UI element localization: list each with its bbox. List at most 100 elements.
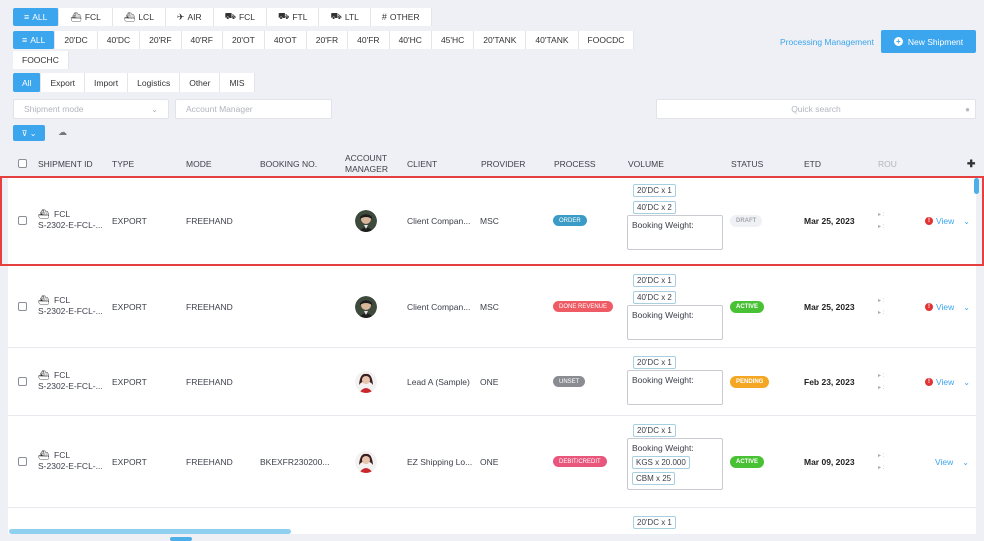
shipment-mode-label: FCL bbox=[54, 295, 71, 305]
etd-date: Mar 25, 2023 bbox=[804, 302, 855, 312]
view-button[interactable]: ! View ⌄ bbox=[925, 302, 970, 312]
type-tab-logistics[interactable]: Logistics bbox=[128, 73, 181, 92]
process-badge: DONE REVENUE bbox=[553, 301, 614, 312]
container-tab-20dc[interactable]: 20'DC bbox=[55, 31, 98, 49]
container-tab-label: 20'RF bbox=[149, 35, 172, 45]
mode-tab-fcl[interactable]: ⛴ FCL bbox=[59, 8, 113, 26]
route-indicator: ▸ : ▸ : bbox=[878, 453, 885, 471]
col-etd[interactable]: ETD bbox=[804, 159, 821, 169]
mode-tab-label: OTHER bbox=[389, 12, 420, 22]
select-all-checkbox[interactable] bbox=[18, 159, 27, 168]
table-row[interactable]: ⛴ FCL S-2302-E-FCL-... EXPORT FREEHAND BKEXFR… bbox=[8, 416, 976, 508]
container-tab-label: FOOCDC bbox=[587, 35, 625, 45]
col-route[interactable]: ROU bbox=[878, 159, 897, 169]
col-booking-no[interactable]: BOOKING NO. bbox=[260, 159, 317, 169]
col-client[interactable]: CLIENT bbox=[407, 159, 437, 169]
type-tab-other[interactable]: Other bbox=[180, 73, 221, 92]
type-tab-mis[interactable]: MIS bbox=[220, 73, 255, 92]
status-badge: PENDING bbox=[730, 376, 770, 388]
new-shipment-button[interactable]: + New Shipment bbox=[881, 30, 976, 53]
container-tab-40tank[interactable]: 40'TANK bbox=[526, 31, 579, 49]
mode-tab-other[interactable]: # OTHER bbox=[370, 8, 432, 26]
shipment-id[interactable]: S-2302-E-FCL-... bbox=[38, 381, 103, 391]
vertical-scrollbar[interactable] bbox=[974, 178, 979, 194]
col-volume[interactable]: VOLUME bbox=[628, 159, 664, 169]
container-tab-label: ALL bbox=[30, 35, 46, 45]
container-tab-label: 20'DC bbox=[64, 35, 88, 45]
mode-tab-ftl[interactable]: ⛟ FTL bbox=[267, 8, 320, 26]
chevron-down-icon[interactable]: ⌄ bbox=[962, 458, 969, 467]
type-tab-label: Logistics bbox=[137, 77, 171, 88]
col-shipment-id[interactable]: SHIPMENT ID bbox=[38, 159, 93, 169]
container-tab-20ot[interactable]: 20'OT bbox=[222, 31, 265, 49]
mode-tab-all[interactable]: ≡ ALL bbox=[13, 8, 60, 26]
container-tab-40rf[interactable]: 40'RF bbox=[181, 31, 223, 49]
container-tab-40hc[interactable]: 40'HC bbox=[389, 31, 432, 49]
container-tab-label: 40'RF bbox=[190, 35, 213, 45]
shipment-mode-select[interactable]: Shipment mode ⌄ bbox=[13, 99, 169, 119]
horizontal-scroll-thumb[interactable] bbox=[170, 537, 192, 541]
container-tab-20tank[interactable]: 20'TANK bbox=[474, 31, 527, 49]
volume-chip: 40'DC x 2 bbox=[633, 201, 676, 214]
container-tab-foochc[interactable]: FOOCHC bbox=[13, 51, 69, 69]
shipment-method: FREEHAND bbox=[186, 457, 233, 467]
cloud-icon[interactable]: ☁ bbox=[58, 127, 67, 138]
mode-tab-lcl[interactable]: ⛴ LCL bbox=[112, 8, 166, 26]
table-row[interactable]: ⛴ FCL S-2302-E-FCL-... EXPORT FREEHAND Client… bbox=[8, 266, 976, 348]
avatar bbox=[355, 296, 377, 318]
container-tab-foocdc[interactable]: FOOCDC bbox=[578, 31, 635, 49]
type-tab-export[interactable]: Export bbox=[41, 73, 86, 92]
quick-search-input[interactable]: Quick search ● bbox=[656, 99, 976, 119]
container-tab-20fr[interactable]: 20'FR bbox=[306, 31, 349, 49]
table-row[interactable]: ⛴ FCL S-2302-E-FCL-... EXPORT FREEHAND Lead A… bbox=[8, 348, 976, 416]
container-tab-all[interactable]: ≡ ALL bbox=[13, 31, 56, 49]
col-status[interactable]: STATUS bbox=[731, 159, 763, 169]
mode-tab-air[interactable]: ✈ AIR bbox=[165, 8, 214, 26]
shipment-id[interactable]: S-2302-E-FCL-... bbox=[38, 306, 103, 316]
add-column-icon[interactable]: ✚ bbox=[967, 159, 975, 170]
col-account-manager[interactable]: ACCOUNT MANAGER bbox=[345, 153, 395, 175]
processing-management-link[interactable]: Processing Management bbox=[780, 37, 874, 47]
container-tab-label: 20'TANK bbox=[483, 35, 517, 45]
volume-chip: 20'DC x 1 bbox=[633, 356, 676, 369]
container-tab-40ot[interactable]: 40'OT bbox=[264, 31, 307, 49]
horizontal-scrollbar[interactable] bbox=[9, 529, 291, 534]
col-provider[interactable]: PROVIDER bbox=[481, 159, 525, 169]
type-tab-import[interactable]: Import bbox=[85, 73, 129, 92]
view-button[interactable]: ! View ⌄ bbox=[925, 377, 970, 387]
provider-name: ONE bbox=[480, 377, 499, 387]
table-row[interactable]: ⛴ FCL S-2302-E-FCL-... EXPORT FREEHAND Client… bbox=[8, 176, 976, 266]
type-tab-label: MIS bbox=[229, 77, 245, 88]
row-checkbox[interactable] bbox=[18, 457, 27, 466]
shipment-mode-label: FCL bbox=[54, 209, 71, 219]
chevron-down-icon[interactable]: ⌄ bbox=[963, 378, 970, 387]
col-type[interactable]: TYPE bbox=[112, 159, 134, 169]
row-checkbox[interactable] bbox=[18, 302, 27, 311]
booking-weight-label: Booking Weight: bbox=[632, 310, 694, 320]
provider-name: MSC bbox=[480, 216, 499, 226]
shipment-id[interactable]: S-2302-E-FCL-... bbox=[38, 461, 103, 471]
account-manager-select[interactable]: Account Manager bbox=[175, 99, 332, 119]
chevron-down-icon[interactable]: ⌄ bbox=[963, 303, 970, 312]
col-mode[interactable]: MODE bbox=[186, 159, 212, 169]
container-tab-45hc[interactable]: 45'HC bbox=[431, 31, 475, 49]
view-button[interactable]: ! View ⌄ bbox=[925, 216, 970, 226]
filter-button[interactable]: ⊽ ⌄ bbox=[13, 125, 45, 141]
mode-tab-fcl[interactable]: ⛟ FCL bbox=[213, 8, 268, 26]
mode-tab-ltl[interactable]: ⛟ LTL bbox=[319, 8, 371, 26]
row-checkbox[interactable] bbox=[18, 377, 27, 386]
table-header: SHIPMENT ID TYPE MODE BOOKING NO. ACCOUN… bbox=[0, 148, 984, 176]
row-checkbox[interactable] bbox=[18, 216, 27, 225]
col-process[interactable]: PROCESS bbox=[554, 159, 596, 169]
type-tab-all[interactable]: All bbox=[13, 73, 42, 92]
chevron-down-icon[interactable]: ⌄ bbox=[963, 217, 970, 226]
shipment-type: EXPORT bbox=[112, 216, 147, 226]
table-body: ⛴ FCL S-2302-E-FCL-... EXPORT FREEHAND Client… bbox=[8, 176, 976, 534]
container-tab-40dc[interactable]: 40'DC bbox=[97, 31, 141, 49]
container-tab-label: 20'FR bbox=[315, 35, 339, 45]
shipment-id[interactable]: S-2302-E-FCL-... bbox=[38, 220, 103, 230]
help-icon: ● bbox=[965, 104, 970, 114]
view-button[interactable]: View ⌄ bbox=[935, 457, 969, 467]
container-tab-40fr[interactable]: 40'FR bbox=[348, 31, 390, 49]
container-tab-20rf[interactable]: 20'RF bbox=[140, 31, 182, 49]
